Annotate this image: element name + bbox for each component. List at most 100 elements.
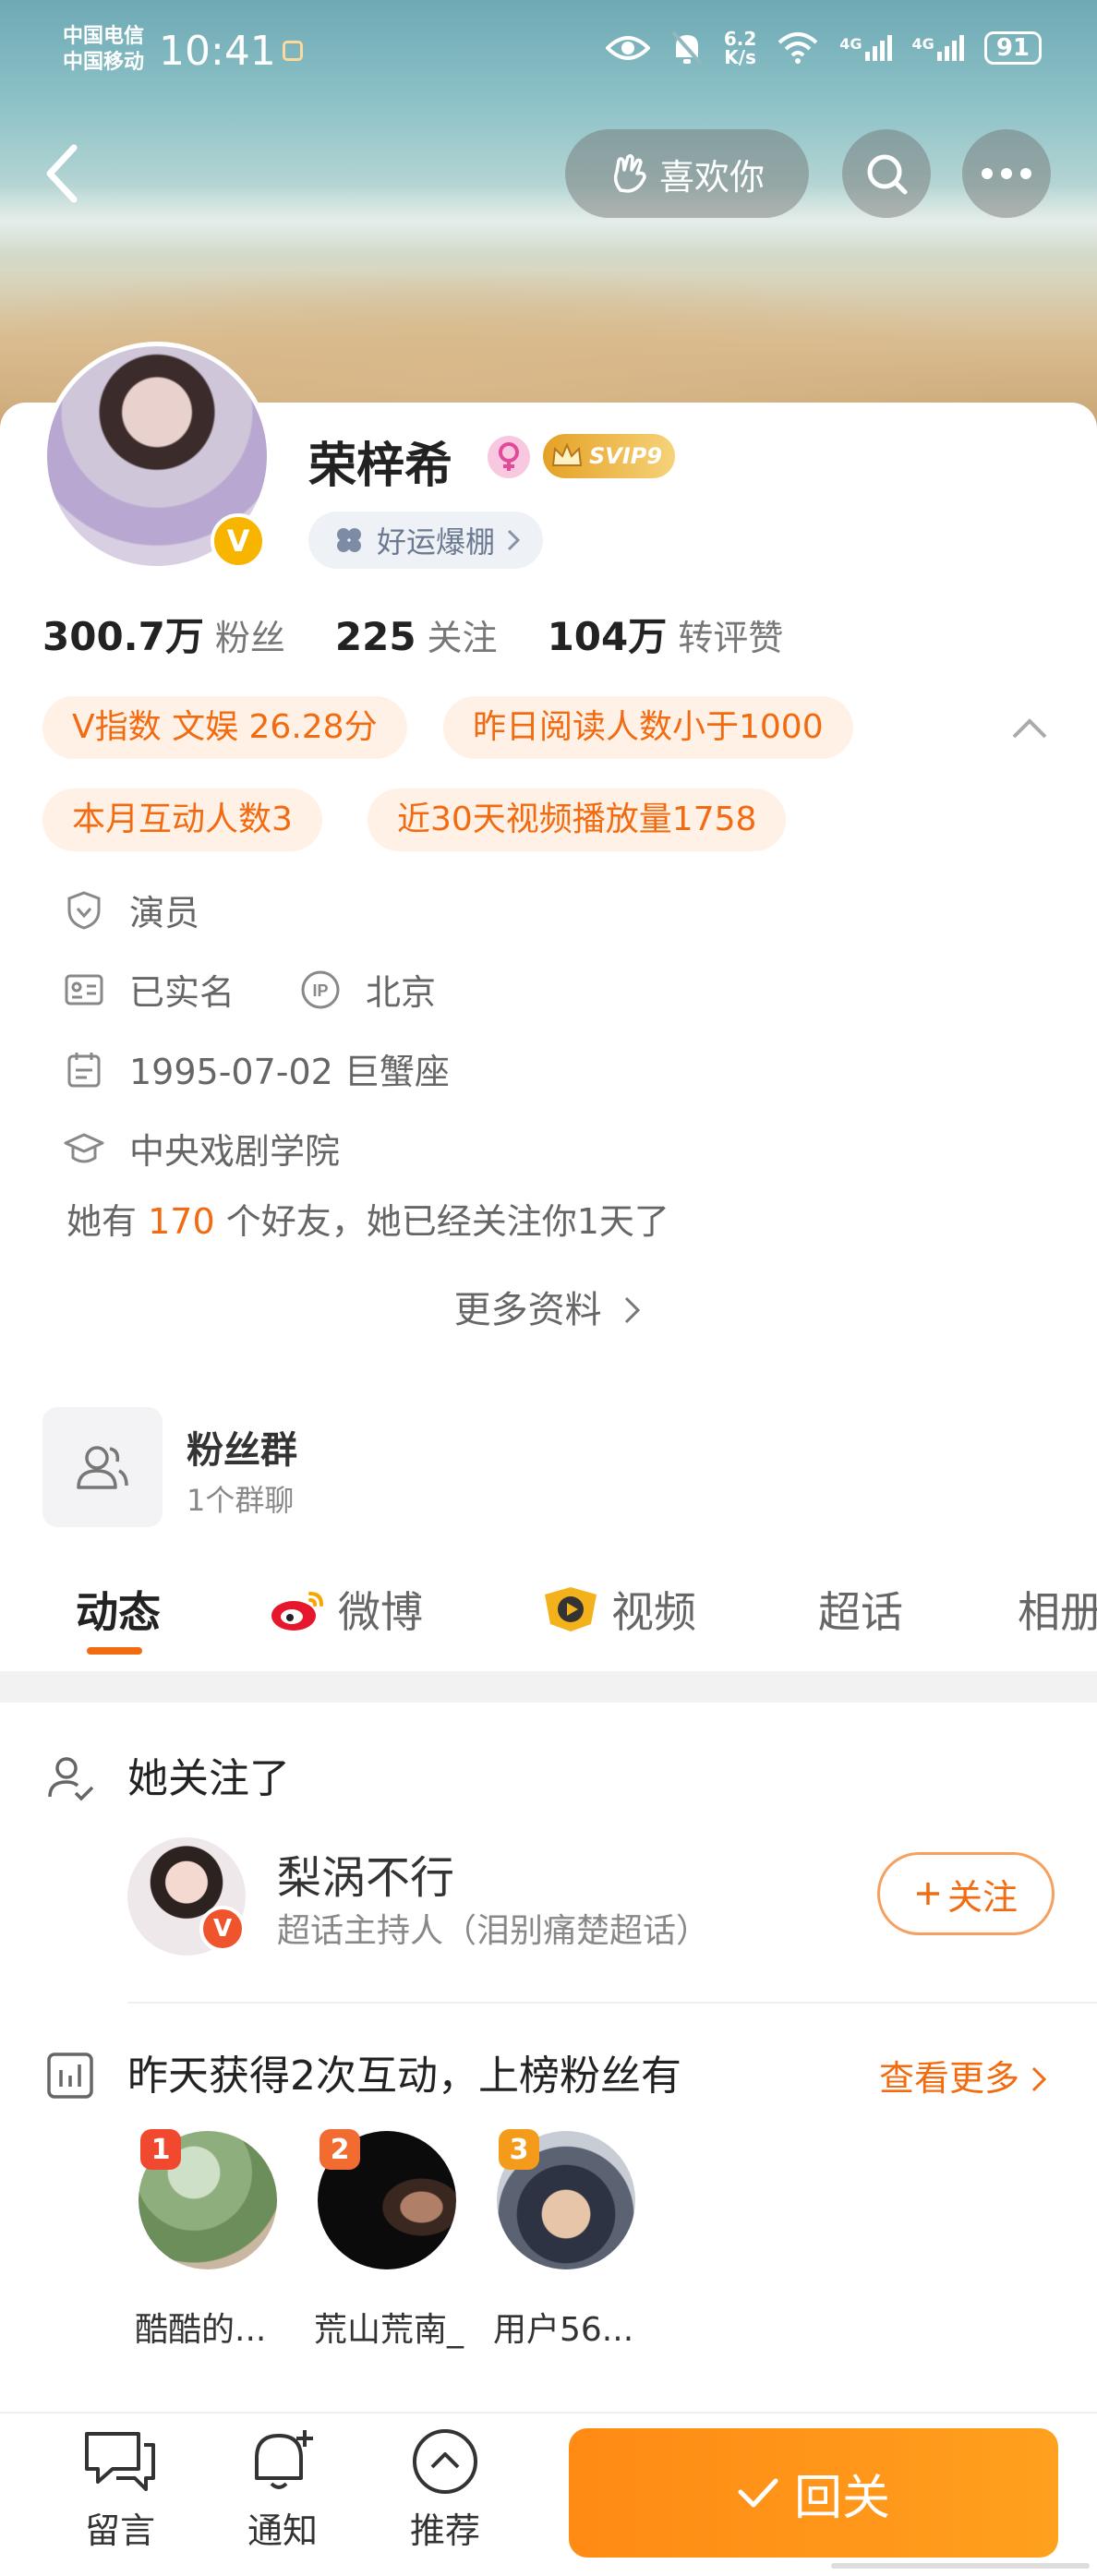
more-options-button[interactable] (962, 129, 1051, 218)
top-nav: 喜欢你 (0, 129, 1097, 218)
group-icon (42, 1407, 163, 1527)
tab-video[interactable]: 视频 (541, 1579, 696, 1640)
notify-button[interactable]: 通知 (227, 2426, 338, 2553)
recommend-button[interactable]: 推荐 (390, 2426, 500, 2553)
followed-user-name[interactable]: 梨涡不行 (277, 1841, 454, 1906)
more-info-label: 更多资料 (453, 1289, 602, 1331)
ip-icon: IP (299, 969, 342, 1011)
notification-dot-icon (283, 41, 303, 61)
fan-group-title: 粉丝群 (187, 1429, 297, 1472)
signal-2: 4G (912, 35, 964, 61)
like-you-label: 喜欢你 (658, 156, 765, 198)
friends-suffix: 个好友，她已经关注你1天了 (225, 1201, 669, 1242)
followers-label[interactable]: 粉丝 (215, 609, 285, 660)
followed-user-description: 超话主持人（泪别痛楚超话） (277, 1912, 710, 1950)
tag-interaction-count[interactable]: 本月互动人数3 (42, 788, 322, 851)
bell-plus-icon (255, 2430, 313, 2489)
following-label[interactable]: 关注 (428, 609, 498, 660)
profile-stats: 300.7万 粉丝 225 关注 104万 转评赞 (42, 606, 833, 662)
school-row: 中央戏剧学院 (63, 1123, 340, 1174)
rank-badge-1: 1 (140, 2129, 181, 2170)
tab-video-label: 视频 (611, 1587, 696, 1637)
tag-read-count[interactable]: 昨日阅读人数小于1000 (443, 696, 853, 759)
wifi-icon (778, 32, 818, 64)
occupation-text: 演员 (129, 893, 200, 933)
id-card-icon (63, 969, 105, 1011)
fan-group-subtitle: 1个群聊 (187, 1483, 295, 1518)
chat-bubble-icon (85, 2432, 155, 2491)
see-more-link[interactable]: 查看更多 (879, 2050, 1047, 2101)
more-info-link[interactable]: 更多资料 (0, 1280, 1097, 1333)
mutual-friends-text: 她有 170 个好友，她已经关注你1天了 (66, 1193, 669, 1244)
friends-prefix: 她有 (66, 1201, 138, 1242)
tab-supertopic[interactable]: 超话 (818, 1579, 903, 1640)
signal-1: 4G (839, 35, 892, 61)
shield-icon (63, 889, 105, 932)
recommend-label: 推荐 (409, 2510, 480, 2551)
female-icon (488, 436, 530, 478)
verified-text: 已实名 (129, 972, 235, 1013)
graduation-cap-icon (63, 1127, 105, 1170)
school-text: 中央戏剧学院 (129, 1131, 341, 1172)
occupation-row: 演员 (63, 885, 199, 935)
friends-count[interactable]: 170 (148, 1201, 215, 1242)
following-count[interactable]: 225 (335, 614, 416, 659)
followed-user-v-badge: V (199, 1906, 246, 1952)
plus-icon (916, 1883, 939, 1905)
chevron-right-icon (1032, 2066, 1047, 2092)
tab-supertopic-label: 超话 (818, 1587, 903, 1637)
follow-back-button[interactable]: 回关 (569, 2428, 1058, 2558)
net-speed-unit: K/s (724, 46, 756, 68)
chevron-right-icon (507, 529, 521, 551)
video-logo-icon (545, 1587, 597, 1631)
fan-group-entry[interactable]: 粉丝群 1个群聊 (42, 1407, 1058, 1527)
message-label: 留言 (84, 2510, 155, 2551)
bottom-action-bar: 留言 通知 推荐 回关 (0, 2412, 1097, 2576)
follow-button-label: 关注 (946, 1876, 1018, 1918)
ip-location-text: 北京 (366, 972, 437, 1013)
chevron-up-circle-icon (413, 2429, 477, 2494)
interaction-section-title: 昨天获得2次互动，上榜粉丝有 (127, 2052, 681, 2100)
reposts-count[interactable]: 104万 (548, 606, 668, 662)
status-icons: 6.2 K/s 4G 4G 91 (605, 30, 1042, 68)
follow-button[interactable]: 关注 (877, 1852, 1055, 1935)
luck-badge[interactable]: 好运爆棚 (308, 512, 544, 569)
tag-video-plays[interactable]: 近30天视频播放量1758 (368, 788, 787, 851)
chevron-up-icon[interactable] (1007, 705, 1053, 752)
message-button[interactable]: 留言 (65, 2426, 175, 2553)
like-you-button[interactable]: 喜欢你 (565, 129, 809, 218)
svg-text:IP: IP (313, 981, 329, 1000)
person-check-icon (48, 1757, 94, 1801)
tag-v-index[interactable]: V指数 文娱 26.28分 (42, 696, 407, 759)
search-button[interactable] (842, 129, 931, 218)
see-more-label: 查看更多 (879, 2058, 1020, 2099)
tab-album-label: 相册 (1018, 1587, 1097, 1637)
carrier-1: 中国电信 (63, 25, 145, 48)
tab-weibo-label: 微博 (338, 1587, 423, 1637)
back-arrow-icon (46, 144, 78, 203)
reposts-label[interactable]: 转评赞 (678, 609, 783, 660)
back-button[interactable] (33, 138, 98, 209)
clover-icon (337, 528, 361, 552)
section-separator (0, 1671, 1097, 1703)
profile-name: 荣梓希 (308, 439, 453, 494)
tab-weibo[interactable]: 微博 (270, 1579, 423, 1640)
weibo-logo-icon (271, 1592, 323, 1631)
battery-indicator: 91 (983, 31, 1042, 65)
bar-chart-icon (47, 2052, 93, 2099)
calendar-icon (63, 1048, 105, 1090)
section-divider (127, 2002, 1097, 2004)
follow-back-label: 回关 (793, 2470, 890, 2526)
check-icon (738, 2478, 778, 2508)
birthday-row: 1995-07-02 巨蟹座 (63, 1043, 450, 1094)
tab-album[interactable]: 相册 (1018, 1579, 1097, 1640)
followers-count[interactable]: 300.7万 (42, 606, 204, 662)
tab-feed[interactable]: 动态 (76, 1579, 161, 1640)
more-dots-icon (982, 168, 1031, 179)
verified-v-badge: V (211, 513, 266, 569)
verification-row: 已实名 IP 北京 (63, 964, 436, 1015)
top-fan-2-name: 荒山荒南_ (314, 2311, 464, 2349)
following-section-title: 她关注了 (127, 1755, 290, 1802)
home-indicator (831, 2563, 1090, 2569)
svip-badge[interactable]: SVIP9 (543, 434, 676, 478)
